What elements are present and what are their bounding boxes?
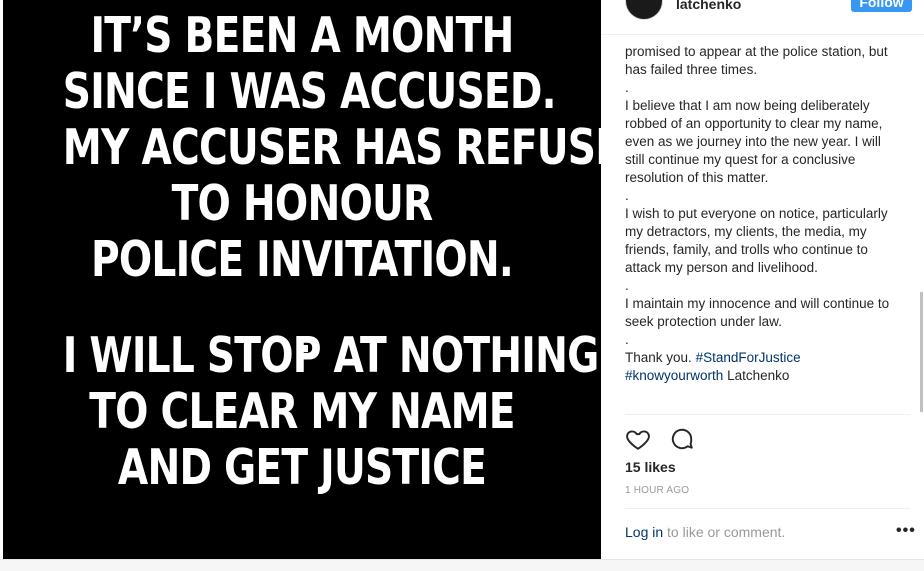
likes-count[interactable]: 15 likes <box>625 459 676 475</box>
image-text-line: AND GET JUSTICE <box>117 439 487 496</box>
post-container: IT’S BEEN A MONTH SINCE I WAS ACCUSED. M… <box>0 0 924 560</box>
action-bar <box>625 426 709 452</box>
image-text-line: TO HONOUR <box>171 175 434 232</box>
post-header: latchenko Follow <box>601 0 924 35</box>
image-text-spacer <box>63 288 541 328</box>
post-image[interactable]: IT’S BEEN A MONTH SINCE I WAS ACCUSED. M… <box>3 0 601 559</box>
caption-thanks: Thank you. <box>625 350 692 365</box>
caption-paragraph: I believe that I am now being deliberate… <box>625 98 883 185</box>
caption-separator: . <box>625 332 629 347</box>
image-dot-mark <box>301 345 308 352</box>
image-text-line: I WILL STOP AT NOTHING <box>62 327 599 384</box>
heart-icon[interactable] <box>625 426 651 452</box>
comment-icon[interactable] <box>669 426 695 452</box>
caption-paragraph: I maintain my innocence and will continu… <box>625 296 890 329</box>
caption-paragraph: promised to appear at the police station… <box>625 44 888 77</box>
image-text-line: MY ACCUSER HAS REFUSED <box>62 119 601 176</box>
avatar[interactable] <box>625 0 663 20</box>
caption-text: promised to appear at the police station… <box>625 43 895 411</box>
caption-separator: . <box>625 80 629 95</box>
image-text-line: SINCE I WAS ACCUSED. <box>62 63 557 120</box>
divider <box>625 508 910 509</box>
hashtag-link-knowyourworth[interactable]: #knowyourworth <box>625 368 723 383</box>
caption-separator: . <box>625 278 629 293</box>
caption-paragraph: I wish to put everyone on notice, partic… <box>625 206 888 275</box>
post-image-text: IT’S BEEN A MONTH SINCE I WAS ACCUSED. M… <box>62 7 601 496</box>
scrollbar-thumb[interactable] <box>920 292 923 412</box>
login-suffix: to like or comment. <box>667 524 786 540</box>
login-link[interactable]: Log in <box>625 524 663 540</box>
username-link[interactable]: latchenko <box>676 0 741 12</box>
image-text-line: IT’S BEEN A MONTH <box>90 7 514 64</box>
more-options-icon[interactable]: ••• <box>896 522 916 540</box>
caption-separator: . <box>625 188 629 203</box>
login-prompt: Log in to like or comment. <box>625 524 785 540</box>
post-sidebar: latchenko Follow promised to appear at t… <box>601 0 924 559</box>
image-text-line: TO CLEAR MY NAME <box>89 383 515 440</box>
caption-paragraph-last: Thank you. #StandForJustice #knowyourwort… <box>625 349 895 385</box>
post-timestamp[interactable]: 1 HOUR AGO <box>625 485 689 496</box>
caption-scrollbar[interactable] <box>919 40 924 412</box>
follow-button[interactable]: Follow <box>851 0 912 12</box>
divider <box>625 414 910 415</box>
image-text-line: POLICE INVITATION. <box>90 231 514 288</box>
hashtag-link-standforjustice[interactable]: #StandForJustice <box>696 350 801 365</box>
caption-signature: Latchenko <box>727 368 790 383</box>
